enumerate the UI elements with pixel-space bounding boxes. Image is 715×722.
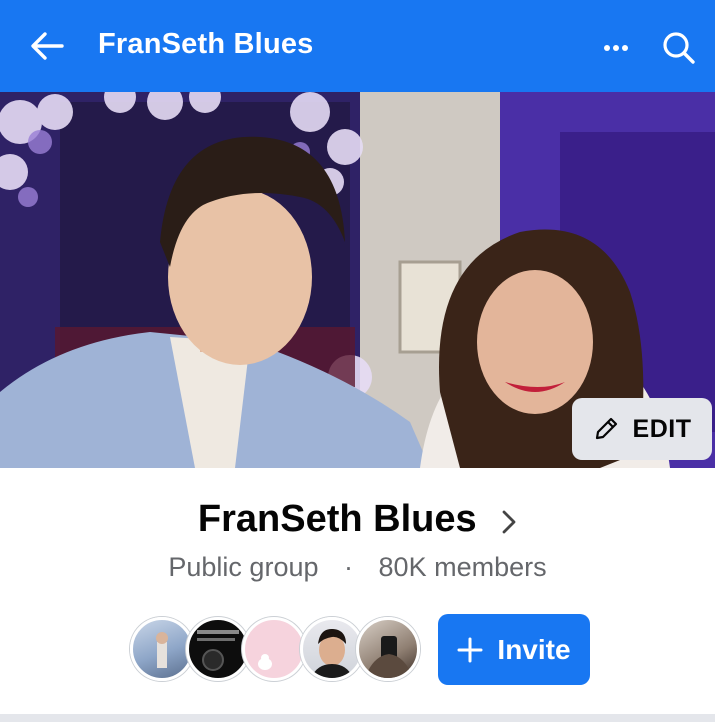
more-options-button[interactable]	[596, 30, 636, 66]
invite-label: Invite	[497, 633, 571, 665]
search-button[interactable]	[656, 26, 702, 70]
back-button[interactable]	[22, 24, 72, 68]
app-bar: FranSeth Blues	[0, 0, 715, 92]
member-count[interactable]: 80K members	[379, 552, 547, 582]
member-avatar[interactable]	[130, 617, 194, 681]
member-avatar[interactable]	[300, 617, 364, 681]
chevron-right-icon	[502, 510, 516, 533]
plus-icon	[457, 637, 483, 662]
section-divider	[0, 714, 715, 722]
member-avatar[interactable]	[242, 617, 306, 681]
group-meta: Public group · 80K members	[0, 552, 715, 583]
meta-separator: ·	[344, 552, 354, 582]
edit-label: EDIT	[632, 414, 692, 443]
more-horizontal-icon	[604, 45, 628, 51]
member-avatar[interactable]	[186, 617, 250, 681]
member-avatar[interactable]	[356, 617, 420, 681]
group-privacy: Public group	[168, 552, 319, 582]
pencil-icon	[595, 417, 617, 440]
page-title: FranSeth Blues	[98, 28, 314, 60]
arrow-left-icon	[31, 32, 64, 60]
group-name[interactable]: FranSeth Blues	[198, 498, 477, 541]
invite-button[interactable]: Invite	[438, 614, 590, 685]
group-title-row[interactable]: FranSeth Blues	[0, 498, 715, 541]
search-icon	[663, 32, 695, 64]
edit-cover-button[interactable]: EDIT	[572, 398, 712, 460]
